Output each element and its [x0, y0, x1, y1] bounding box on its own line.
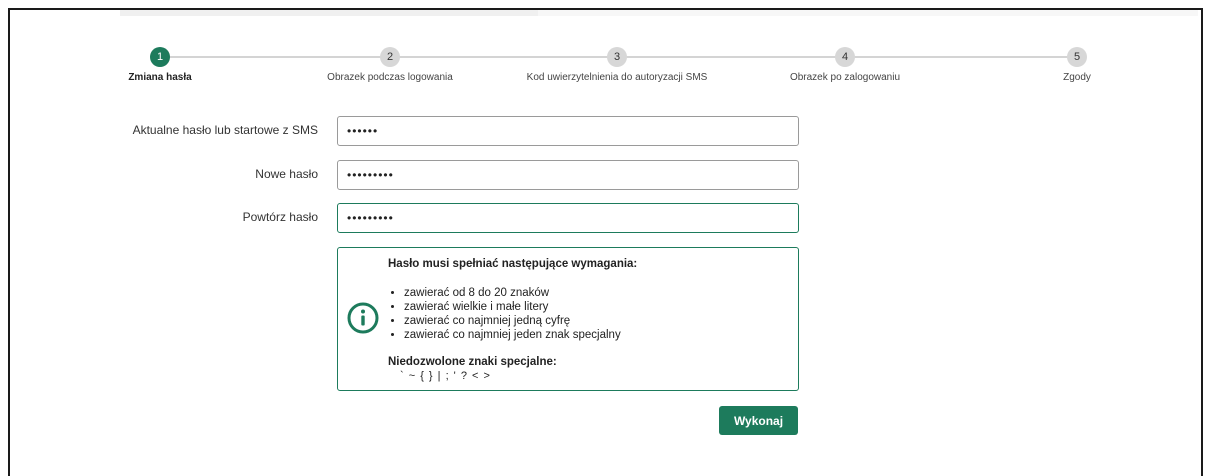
submit-button[interactable]: Wykonaj	[719, 406, 798, 435]
info-circle-icon	[347, 302, 379, 334]
step-number: 1	[150, 47, 170, 67]
step-label: Kod uwierzytelnienia do autoryzacji SMS	[526, 72, 708, 83]
step-label: Zgody	[1063, 72, 1091, 83]
step-1: 1 Zmiana hasła	[60, 47, 260, 83]
step-3: 3 Kod uwierzytelnienia do autoryzacji SM…	[517, 47, 717, 83]
step-5: 5 Zgody	[977, 47, 1177, 83]
step-2: 2 Obrazek podczas logowania	[290, 47, 490, 83]
step-number: 2	[380, 47, 400, 67]
requirement-item: zawierać co najmniej jeden znak specjaln…	[404, 328, 637, 342]
requirements-list: zawierać od 8 do 20 znaków zawierać wiel…	[388, 286, 637, 342]
repeat-password-label: Powtórz hasło	[242, 210, 318, 224]
password-requirements-box: Hasło musi spełniać następujące wymagani…	[337, 247, 799, 391]
new-password-input[interactable]	[337, 160, 799, 190]
step-4: 4 Obrazek po zalogowaniu	[745, 47, 945, 83]
step-number: 3	[607, 47, 627, 67]
current-password-row: Aktualne hasło lub startowe z SMS	[0, 116, 1215, 146]
step-label: Obrazek po zalogowaniu	[789, 72, 901, 83]
step-label: Obrazek podczas logowania	[327, 72, 453, 83]
step-label: Zmiana hasła	[128, 72, 192, 83]
requirements-content: Hasło musi spełniać następujące wymagani…	[388, 258, 637, 382]
requirement-item: zawierać wielkie i małe litery	[404, 300, 637, 314]
forbidden-chars: ` ~ { } | ; ' ? < >	[400, 370, 491, 382]
current-password-input[interactable]	[337, 116, 799, 146]
requirements-title: Hasło musi spełniać następujące wymagani…	[388, 258, 638, 270]
repeat-password-input[interactable]	[337, 203, 799, 233]
repeat-password-row: Powtórz hasło	[0, 203, 1215, 233]
requirement-item: zawierać od 8 do 20 znaków	[404, 286, 637, 300]
step-number: 5	[1067, 47, 1087, 67]
step-number: 4	[835, 47, 855, 67]
progress-stepper: 1 Zmiana hasła 2 Obrazek podczas logowan…	[0, 0, 1215, 100]
current-password-label: Aktualne hasło lub startowe z SMS	[132, 123, 318, 137]
new-password-row: Nowe hasło	[0, 160, 1215, 190]
forbidden-chars-title: Niedozwolone znaki specjalne:	[388, 356, 557, 368]
requirement-item: zawierać co najmniej jedną cyfrę	[404, 314, 637, 328]
new-password-label: Nowe hasło	[255, 167, 318, 181]
